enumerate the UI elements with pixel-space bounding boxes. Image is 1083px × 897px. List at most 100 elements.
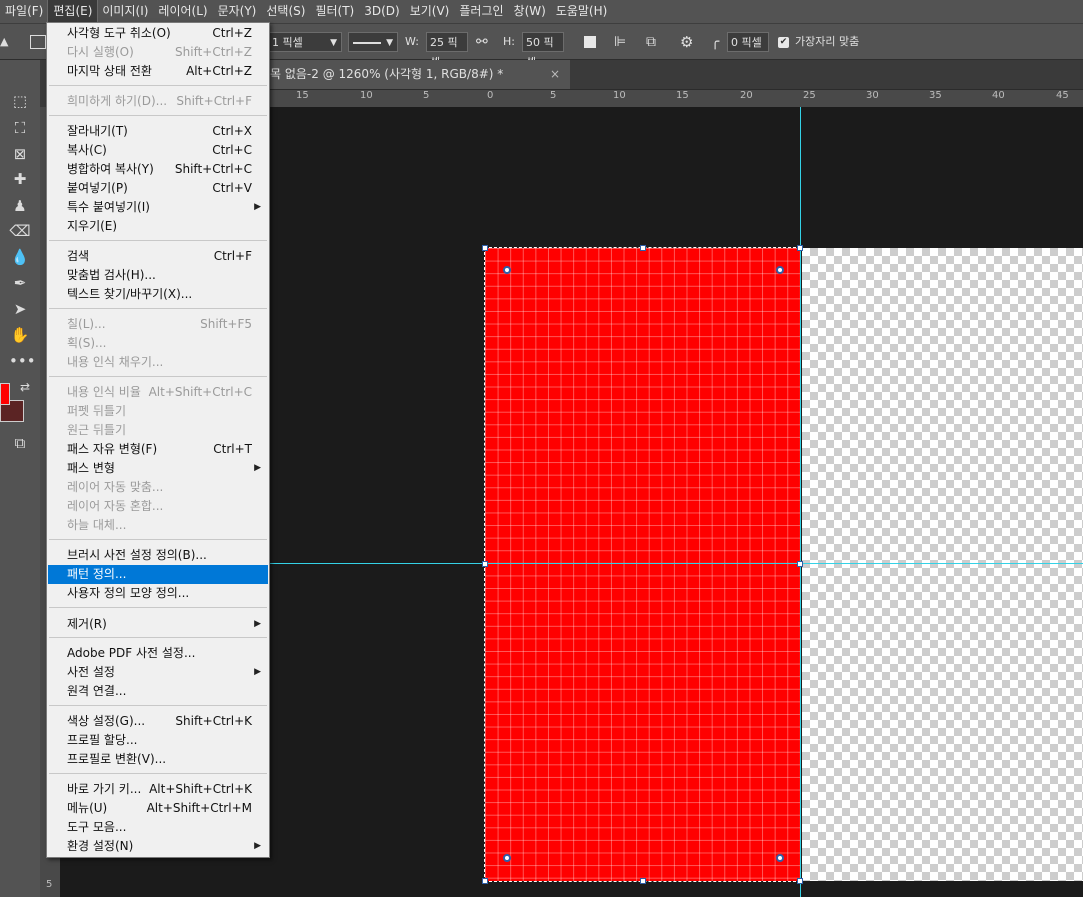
menu-item-auto-blend-layers[interactable]: 레이어 자동 혼합... bbox=[48, 497, 268, 516]
document-tab[interactable]: 목 없음-2 @ 1260% (사각형 1, RGB/8#) * × bbox=[260, 60, 570, 89]
transform-handle[interactable] bbox=[640, 878, 646, 884]
gear-icon[interactable]: ⚙ bbox=[680, 32, 693, 52]
menu-item-menus[interactable]: 메뉴(U) Alt+Shift+Ctrl+M bbox=[48, 799, 268, 818]
width-field[interactable]: 25 픽셀 bbox=[426, 32, 468, 69]
transform-handle[interactable] bbox=[482, 245, 488, 251]
menu-item-find-replace-text[interactable]: 텍스트 찾기/바꾸기(X)... bbox=[48, 285, 268, 304]
menu-item-redo[interactable]: 다시 실행(O) Shift+Ctrl+Z bbox=[48, 43, 268, 62]
transform-handle[interactable] bbox=[797, 561, 803, 567]
menu-item-sky-replacement[interactable]: 하늘 대체... bbox=[48, 516, 268, 535]
hand-tool-icon[interactable]: ✋ bbox=[9, 324, 31, 346]
screen-mode-icon[interactable]: ⧉ bbox=[9, 432, 31, 454]
menu-item-cut[interactable]: 잘라내기(T) Ctrl+X bbox=[48, 122, 268, 141]
align-edges-checkbox[interactable]: ✔ bbox=[778, 37, 789, 48]
stroke-width-field[interactable]: 1 픽셀 ▼ bbox=[268, 32, 342, 52]
healing-brush-tool-icon[interactable]: ✚ bbox=[9, 168, 31, 190]
menu-item-adobe-pdf-presets[interactable]: Adobe PDF 사전 설정... bbox=[48, 644, 268, 663]
menu-item-define-custom-shape[interactable]: 사용자 정의 모양 정의... bbox=[48, 584, 268, 603]
menu-item-search[interactable]: 검색 Ctrl+F bbox=[48, 247, 268, 266]
menu-item-free-transform-path[interactable]: 패스 자유 변형(F) Ctrl+T bbox=[48, 440, 268, 459]
ruler-label: 40 bbox=[992, 90, 1005, 101]
menu-item-define-pattern[interactable]: 패턴 정의... bbox=[48, 565, 268, 584]
stroke-type-dropdown[interactable]: ▼ bbox=[348, 32, 398, 52]
transparent-canvas-area[interactable] bbox=[802, 248, 1083, 881]
menu-item-fade[interactable]: 희미하게 하기(D)... Shift+Ctrl+F bbox=[48, 92, 268, 111]
menu-item-assign-profile[interactable]: 프로필 할당... bbox=[48, 731, 268, 750]
menu-window[interactable]: 창(W) bbox=[509, 0, 551, 23]
corner-radius-handle[interactable] bbox=[503, 854, 511, 862]
corner-radius-handle[interactable] bbox=[776, 854, 784, 862]
menu-select[interactable]: 선택(S) bbox=[261, 0, 310, 23]
menu-item-label: 다시 실행(O) bbox=[67, 45, 134, 59]
menu-plugins[interactable]: 플러그인 bbox=[454, 0, 508, 23]
horizontal-guide[interactable] bbox=[270, 563, 1083, 564]
close-icon[interactable]: × bbox=[550, 60, 560, 89]
menu-item-clear[interactable]: 지우기(E) bbox=[48, 217, 268, 236]
object-select-tool-icon[interactable]: ⛶ bbox=[9, 117, 31, 139]
menu-item-purge[interactable]: 제거(R) ▶ bbox=[48, 615, 268, 634]
rectangle-shape[interactable] bbox=[484, 247, 801, 882]
menu-item-stroke[interactable]: 획(S)... bbox=[48, 334, 268, 353]
menu-view[interactable]: 보기(V) bbox=[405, 0, 455, 23]
menu-type[interactable]: 문자(Y) bbox=[213, 0, 262, 23]
height-label: H: bbox=[503, 35, 515, 48]
menu-item-content-aware-scale[interactable]: 내용 인식 비율 Alt+Shift+Ctrl+C bbox=[48, 383, 268, 402]
menu-3d[interactable]: 3D(D) bbox=[359, 0, 404, 23]
home-arrow-icon[interactable]: ▲ bbox=[0, 32, 8, 52]
menu-item-presets[interactable]: 사전 설정 ▶ bbox=[48, 663, 268, 682]
shape-mode-icon[interactable] bbox=[30, 35, 46, 49]
menu-item-paste[interactable]: 붙여넣기(P) Ctrl+V bbox=[48, 179, 268, 198]
transform-handle[interactable] bbox=[797, 245, 803, 251]
transform-handle[interactable] bbox=[640, 245, 646, 251]
menu-item-puppet-warp[interactable]: 퍼펫 뒤틀기 bbox=[48, 402, 268, 421]
menu-item-perspective-warp[interactable]: 원근 뒤틀기 bbox=[48, 421, 268, 440]
menu-item-copy[interactable]: 복사(C) Ctrl+C bbox=[48, 141, 268, 160]
marquee-tool-icon[interactable]: ⬚ bbox=[9, 90, 31, 112]
menu-filter[interactable]: 필터(T) bbox=[310, 0, 359, 23]
path-selection-tool-icon[interactable]: ➤ bbox=[9, 298, 31, 320]
link-icon[interactable]: ⚯ bbox=[476, 32, 488, 52]
height-field[interactable]: 50 픽셀 bbox=[522, 32, 564, 69]
swap-colors-icon[interactable]: ⇄ bbox=[14, 376, 36, 398]
menu-item-auto-align-layers[interactable]: 레이어 자동 맞춤... bbox=[48, 478, 268, 497]
menu-item-check-spelling[interactable]: 맞춤법 검사(H)... bbox=[48, 266, 268, 285]
path-arrangement-icon[interactable]: ⧉ bbox=[646, 32, 656, 52]
corner-radius-handle[interactable] bbox=[503, 266, 511, 274]
menu-layer[interactable]: 레이어(L) bbox=[153, 0, 212, 23]
menu-item-toggle-last-state[interactable]: 마지막 상태 전환 Alt+Ctrl+Z bbox=[48, 62, 268, 81]
corner-radius-field[interactable]: 0 픽셀 bbox=[727, 32, 769, 52]
menu-item-label: 바로 가기 키... bbox=[67, 782, 142, 796]
menu-help[interactable]: 도움말(H) bbox=[551, 0, 613, 23]
pen-tool-icon[interactable]: ✒ bbox=[9, 272, 31, 294]
menu-item-transform-path[interactable]: 패스 변형 ▶ bbox=[48, 459, 268, 478]
menu-image[interactable]: 이미지(I) bbox=[97, 0, 153, 23]
menu-item-content-aware-fill[interactable]: 내용 인식 채우기... bbox=[48, 353, 268, 372]
menu-item-remote-connections[interactable]: 원격 연결... bbox=[48, 682, 268, 701]
frame-tool-icon[interactable]: ⊠ bbox=[9, 143, 31, 165]
menu-item-color-settings[interactable]: 색상 설정(G)... Shift+Ctrl+K bbox=[48, 712, 268, 731]
menu-item-preferences[interactable]: 환경 설정(N) ▶ bbox=[48, 837, 268, 856]
vertical-guide[interactable] bbox=[800, 107, 801, 897]
path-alignment-icon[interactable]: ⊫ bbox=[614, 32, 626, 52]
menu-file[interactable]: 파일(F) bbox=[0, 0, 48, 23]
blur-tool-icon[interactable]: 💧 bbox=[9, 246, 31, 268]
transform-handle[interactable] bbox=[482, 878, 488, 884]
menu-item-fill[interactable]: 칠(L)... Shift+F5 bbox=[48, 315, 268, 334]
menu-edit[interactable]: 편집(E) bbox=[47, 0, 99, 24]
menu-item-toolbar[interactable]: 도구 모음... bbox=[48, 818, 268, 837]
menu-item-paste-special[interactable]: 특수 붙여넣기(I) ▶ bbox=[48, 198, 268, 217]
menu-item-copy-merged[interactable]: 병합하여 복사(Y) Shift+Ctrl+C bbox=[48, 160, 268, 179]
transform-handle[interactable] bbox=[482, 561, 488, 567]
more-tools-icon[interactable]: ••• bbox=[9, 350, 36, 372]
clone-stamp-tool-icon[interactable]: ♟ bbox=[9, 195, 31, 217]
menu-item-convert-to-profile[interactable]: 프로필로 변환(V)... bbox=[48, 750, 268, 769]
menu-item-define-brush-preset[interactable]: 브러시 사전 설정 정의(B)... bbox=[48, 546, 268, 565]
menu-separator bbox=[49, 85, 267, 86]
menu-item-keyboard-shortcuts[interactable]: 바로 가기 키... Alt+Shift+Ctrl+K bbox=[48, 780, 268, 799]
path-operations-icon[interactable] bbox=[584, 36, 596, 48]
foreground-color-swatch[interactable] bbox=[0, 383, 10, 405]
transform-handle[interactable] bbox=[797, 878, 803, 884]
menu-item-undo[interactable]: 사각형 도구 취소(O) Ctrl+Z bbox=[48, 24, 268, 43]
eraser-tool-icon[interactable]: ⌫ bbox=[9, 220, 31, 242]
corner-radius-handle[interactable] bbox=[776, 266, 784, 274]
